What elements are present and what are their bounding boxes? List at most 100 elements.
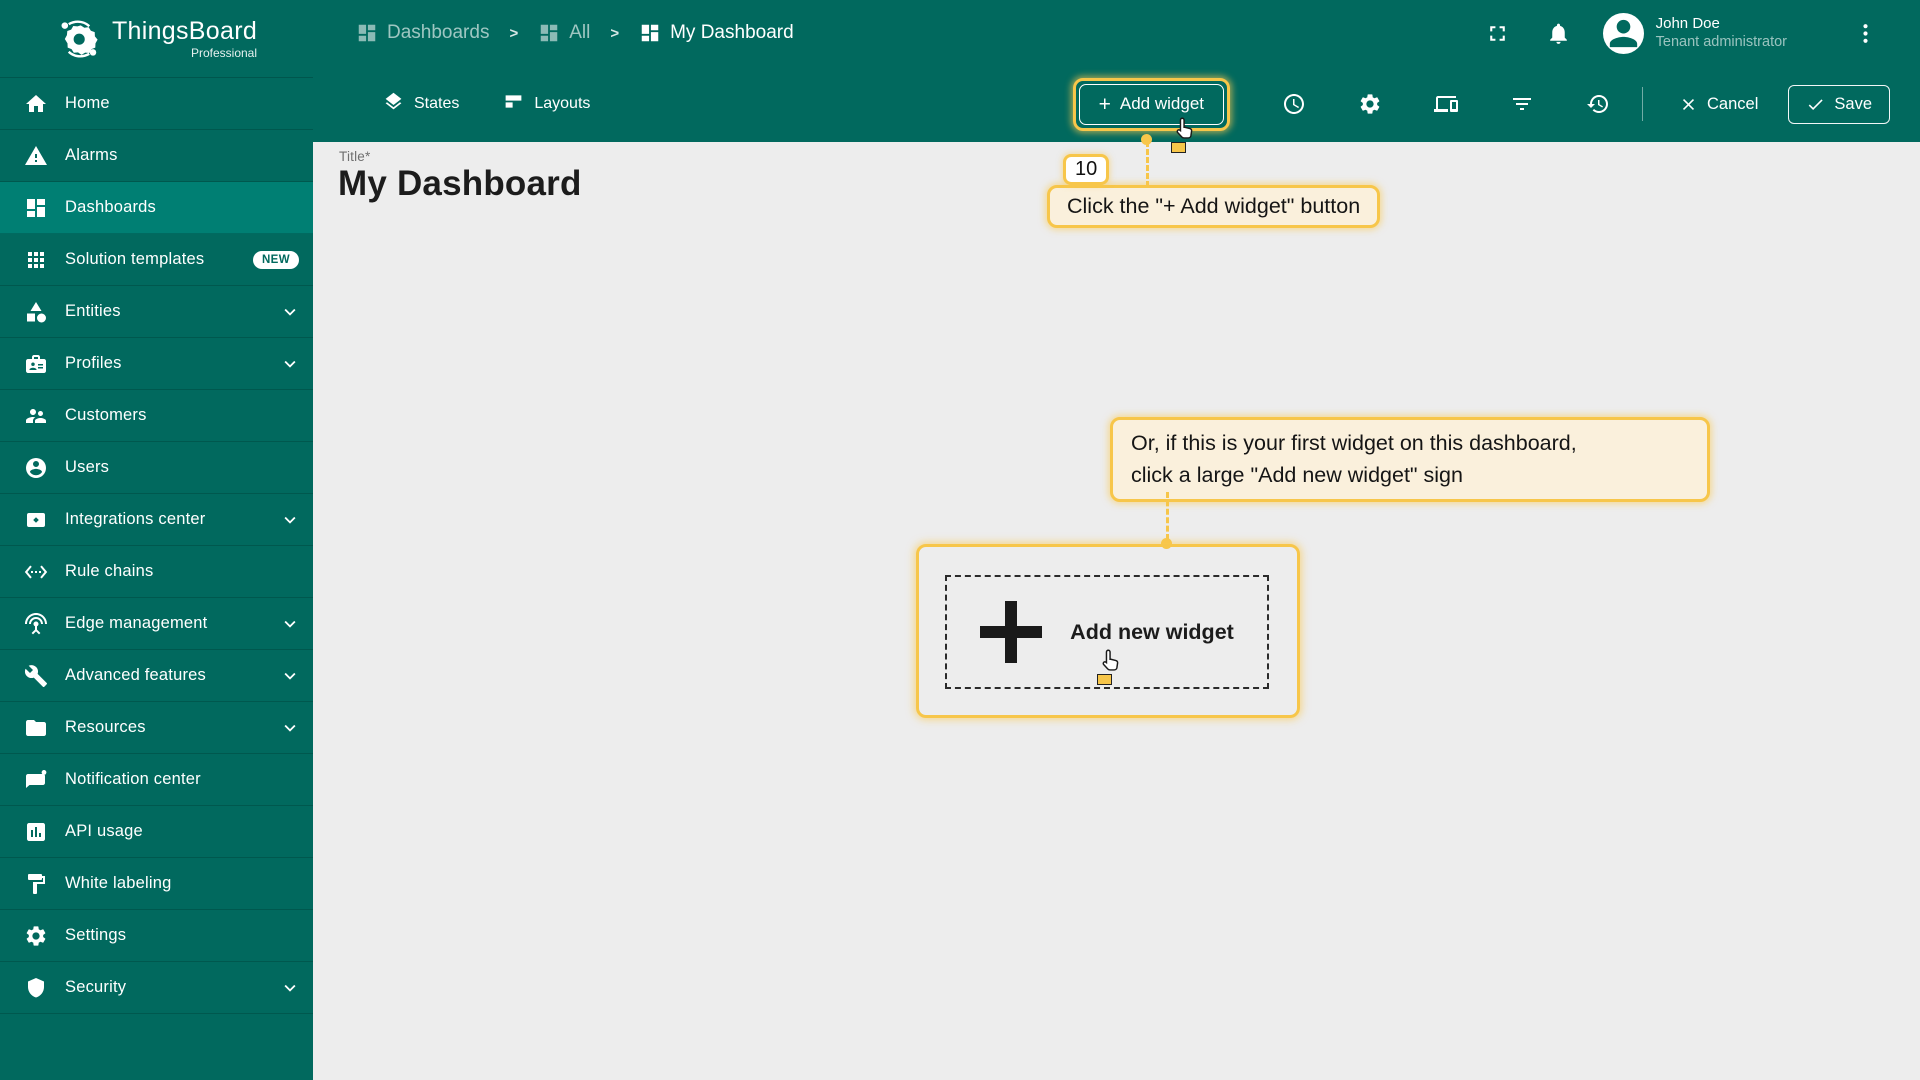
people-icon	[24, 404, 48, 428]
gear-icon	[1358, 92, 1382, 116]
tutorial-tooltip-add-widget: Click the "+ Add widget" button	[1047, 185, 1381, 228]
sidebar-item-label: Resources	[65, 718, 146, 736]
sidebar-item-alarms[interactable]: Alarms	[0, 130, 313, 182]
toolbar-left: States Layouts	[313, 91, 590, 117]
breadcrumb-separator: >	[509, 24, 519, 42]
timewindow-button[interactable]	[1282, 92, 1306, 116]
cursor-pointer	[1170, 116, 1197, 156]
sidebar-item-dashboards[interactable]: Dashboards	[0, 182, 313, 234]
dashboard-icon	[24, 196, 48, 220]
sidebar-item-notification-center[interactable]: Notification center	[0, 754, 313, 806]
badge-icon	[24, 352, 48, 376]
layers-icon	[383, 91, 404, 117]
sidebar-item-users[interactable]: Users	[0, 442, 313, 494]
gear-icon	[24, 924, 48, 948]
toolbar-right: + Add widget Cancel Save	[1072, 77, 1920, 131]
home-icon	[24, 92, 48, 116]
dashboard-icon	[538, 22, 560, 44]
breadcrumb-separator: >	[610, 24, 620, 42]
sidebar-menu: Home Alarms Dashboards Solution templates NE…	[0, 78, 313, 1014]
save-button[interactable]: Save	[1788, 84, 1890, 124]
sidebar-item-white-labeling[interactable]: White labeling	[0, 858, 313, 910]
tools-icon	[24, 664, 48, 688]
notifications-button[interactable]	[1546, 21, 1571, 46]
logo-text: ThingsBoard Professional	[111, 16, 258, 60]
dashboard-title-input[interactable]: My Dashboard	[338, 164, 582, 204]
devices-icon	[1434, 92, 1459, 116]
sidebar-item-api-usage[interactable]: API usage	[0, 806, 313, 858]
chevron-down-icon	[279, 613, 301, 635]
sidebar-item-label: Rule chains	[65, 562, 154, 580]
bar-chart-icon	[24, 820, 48, 844]
sidebar-item-label: Alarms	[65, 146, 118, 164]
shield-icon	[24, 976, 48, 1000]
sidebar-item-resources[interactable]: Resources	[0, 702, 313, 754]
sidebar-item-label: Solution templates	[65, 250, 205, 268]
tutorial-tooltip-first-widget: Or, if this is your first widget on this…	[1110, 417, 1710, 502]
filter-icon	[1510, 92, 1534, 116]
thingsboard-logo[interactable]: ThingsBoard Professional	[0, 0, 313, 78]
manage-layouts-button[interactable]	[1434, 92, 1459, 116]
breadcrumb-label: Dashboards	[387, 22, 490, 43]
sidebar-item-label: Notification center	[65, 770, 201, 788]
chevron-down-icon	[279, 717, 301, 739]
sidebar-item-security[interactable]: Security	[0, 962, 313, 1014]
breadcrumb-item-dashboards[interactable]: Dashboards	[356, 22, 489, 44]
brand-title: ThingsBoard	[111, 16, 258, 45]
thingsboard-logo-icon	[56, 16, 102, 62]
toolbar-divider	[1642, 87, 1644, 121]
sidebar-item-entities[interactable]: Entities	[0, 286, 313, 338]
cursor-pointer	[1096, 648, 1123, 688]
sidebar-item-rule-chains[interactable]: Rule chains	[0, 546, 313, 598]
sidebar-item-advanced-features[interactable]: Advanced features	[0, 650, 313, 702]
tutorial-highlight-add-new-widget: Add new widget	[916, 544, 1300, 718]
tutorial-highlight-add-widget: + Add widget	[1072, 77, 1231, 131]
brand-subtitle: Professional	[190, 45, 258, 60]
dashboard-icon	[639, 22, 661, 44]
sidebar-item-integrations-center[interactable]: Integrations center	[0, 494, 313, 546]
close-icon	[1679, 95, 1698, 114]
user-info[interactable]: John Doe Tenant administrator	[1656, 15, 1787, 52]
sidebar-item-edge-management[interactable]: Edge management	[0, 598, 313, 650]
breadcrumb-item-all[interactable]: All	[538, 22, 590, 44]
sidebar-item-home[interactable]: Home	[0, 78, 313, 130]
main-column: Dashboards > All > My Dashboard John Doe Ten…	[313, 0, 1920, 1080]
antenna-icon	[24, 612, 48, 636]
sidebar-item-label: White labeling	[65, 874, 172, 892]
warning-icon	[24, 144, 48, 168]
sidebar-item-profiles[interactable]: Profiles	[0, 338, 313, 390]
user-name: John Doe	[1655, 14, 1720, 32]
category-icon	[24, 300, 48, 324]
cancel-button[interactable]: Cancel	[1679, 95, 1758, 114]
app-root: ThingsBoard Professional Home Alarms Dashb…	[0, 0, 1920, 1080]
sidebar-item-customers[interactable]: Customers	[0, 390, 313, 442]
breadcrumb-item-my-dashboard[interactable]: My Dashboard	[639, 22, 794, 44]
code-brackets-icon	[24, 560, 48, 584]
dashboard-settings-button[interactable]	[1358, 92, 1382, 116]
user-avatar[interactable]	[1602, 12, 1644, 54]
cursor-click-indicator	[1171, 142, 1186, 153]
fullscreen-button[interactable]	[1485, 21, 1510, 46]
top-header: Dashboards > All > My Dashboard John Doe Ten…	[313, 0, 1920, 66]
more-menu-button[interactable]	[1853, 21, 1878, 46]
dashboard-icon	[356, 22, 378, 44]
account-icon	[24, 456, 48, 480]
entity-filter-button[interactable]	[1510, 92, 1534, 116]
chevron-down-icon	[279, 353, 301, 375]
sidebar-item-settings[interactable]: Settings	[0, 910, 313, 962]
add-widget-button[interactable]: + Add widget	[1078, 83, 1225, 125]
sidebar-item-solution-templates[interactable]: Solution templates NEW	[0, 234, 313, 286]
breadcrumb-label: My Dashboard	[670, 22, 794, 43]
check-icon	[1806, 95, 1825, 114]
cursor-click-indicator	[1097, 674, 1112, 685]
dashboard-toolbar: States Layouts + Add widget Cancel Save	[313, 66, 1920, 142]
version-history-button[interactable]	[1586, 92, 1610, 116]
layouts-button[interactable]: Layouts	[503, 91, 590, 117]
apps-icon	[24, 248, 48, 272]
sidebar-item-label: Security	[65, 978, 127, 996]
states-button[interactable]: States	[383, 91, 459, 117]
sidebar-item-label: Profiles	[65, 354, 122, 372]
tooltip-line-2: click a large "Add new widget" sign	[1131, 463, 1463, 488]
breadcrumb: Dashboards > All > My Dashboard	[313, 22, 794, 44]
add-new-widget-label: Add new widget	[1070, 619, 1234, 644]
